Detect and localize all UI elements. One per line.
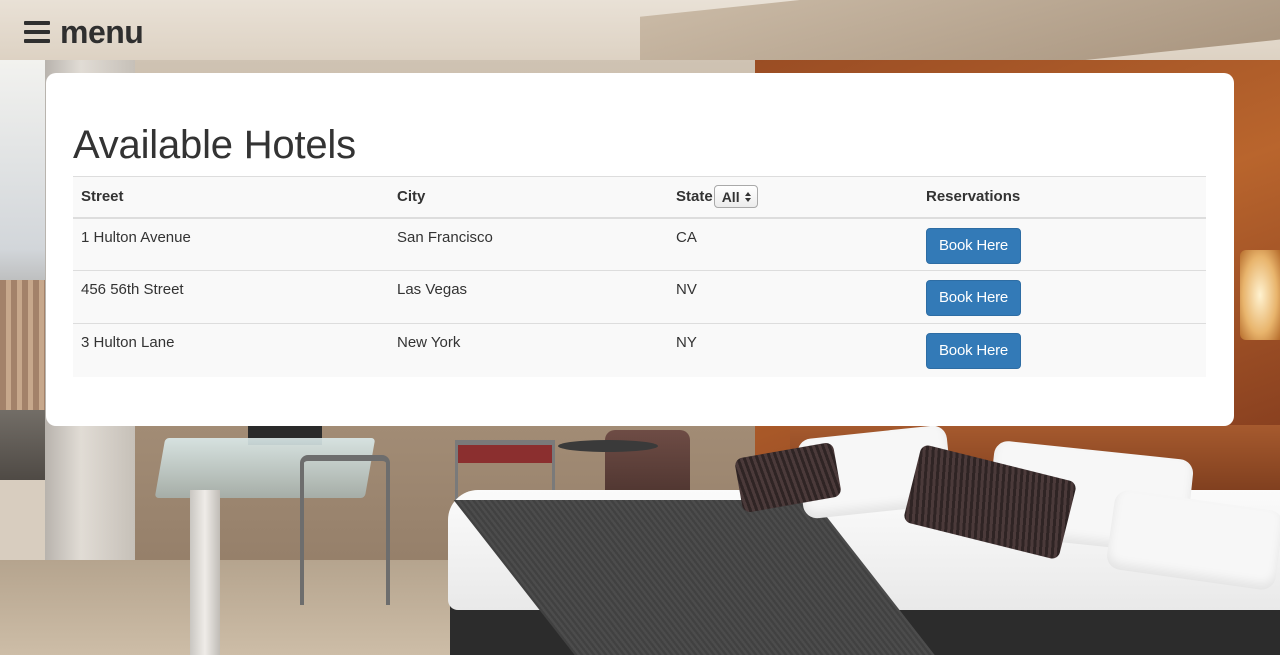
column-header-state-label: State <box>676 188 713 206</box>
street-cell: 1 Hulton Avenue <box>73 217 389 271</box>
book-here-button[interactable]: Book Here <box>926 333 1022 369</box>
street-cell: 3 Hulton Lane <box>73 323 389 377</box>
reservation-cell: Book Here <box>918 270 1206 324</box>
table-row: 3 Hulton Lane New York NY Book Here <box>73 323 1206 377</box>
city-cell: San Francisco <box>389 217 668 271</box>
street-cell: 456 56th Street <box>73 270 389 324</box>
column-header-street: Street <box>73 176 389 219</box>
reservation-cell: Book Here <box>918 217 1206 271</box>
table-header-row: Street City State All Reservations <box>73 176 1206 219</box>
hotels-table: Street City State All Reservations 1 Hul… <box>73 176 1206 377</box>
book-here-button[interactable]: Book Here <box>926 227 1022 264</box>
reservation-cell: Book Here <box>918 323 1206 377</box>
menu-label: menu <box>60 14 144 50</box>
state-cell: NV <box>668 270 918 324</box>
city-cell: New York <box>389 323 668 377</box>
hotels-card: Available Hotels Street City State All R… <box>46 73 1234 426</box>
city-cell: Las Vegas <box>389 270 668 324</box>
column-header-state: State All <box>668 176 918 219</box>
page-title: Available Hotels <box>73 123 356 167</box>
select-arrows-icon <box>744 191 751 202</box>
book-here-button[interactable]: Book Here <box>926 280 1022 316</box>
menu-button[interactable]: menu <box>24 14 144 50</box>
state-filter-select[interactable]: All <box>713 185 758 209</box>
table-row: 1 Hulton Avenue San Francisco CA Book He… <box>73 217 1206 271</box>
state-cell: CA <box>668 217 918 271</box>
table-row: 456 56th Street Las Vegas NV Book Here <box>73 270 1206 324</box>
column-header-city: City <box>389 176 668 219</box>
column-header-reservations: Reservations <box>918 176 1206 219</box>
hamburger-icon <box>24 21 50 43</box>
state-filter-value: All <box>721 188 740 205</box>
state-cell: NY <box>668 323 918 377</box>
